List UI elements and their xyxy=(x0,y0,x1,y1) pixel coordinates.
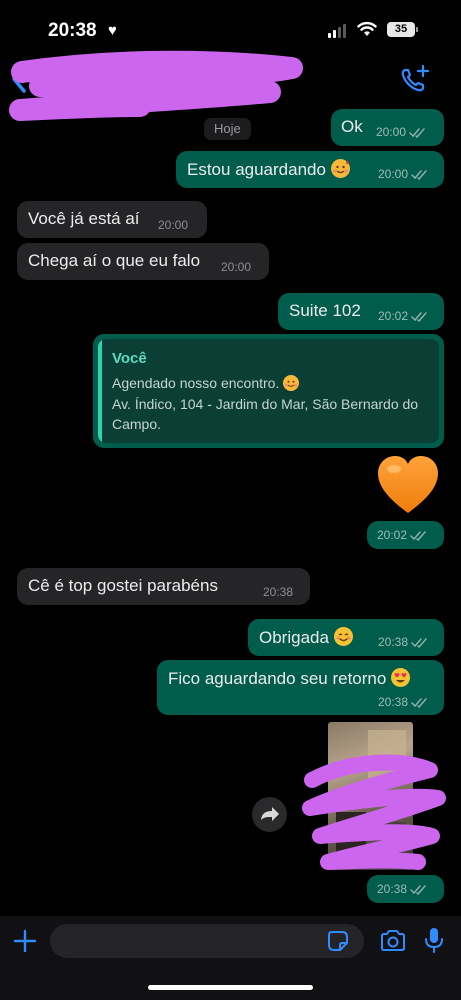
outgoing-message[interactable]: Obrigada 20:38 xyxy=(248,619,444,656)
redaction-scribble xyxy=(302,754,446,870)
message-meta: 20:38 xyxy=(377,882,427,896)
read-ticks-icon xyxy=(411,697,427,708)
message-text-body: Fico aguardando seu retorno xyxy=(168,669,387,688)
forward-button[interactable] xyxy=(252,797,287,832)
message-meta: 20:38 xyxy=(378,695,428,709)
message-text: Você já está aí xyxy=(28,209,140,228)
message-meta: 20:00 xyxy=(376,125,426,139)
message-text: Chega aí o que eu falo xyxy=(28,251,201,270)
battery-indicator: 35 xyxy=(387,22,415,37)
message-meta: 20:00 xyxy=(158,218,188,232)
read-ticks-icon xyxy=(410,530,426,541)
incoming-message[interactable]: Cê é top gostei parabéns 20:38 xyxy=(17,568,310,605)
phone-plus-icon[interactable] xyxy=(399,64,431,94)
message-meta: 20:00 xyxy=(221,260,251,274)
read-ticks-icon xyxy=(411,169,427,180)
message-text: Fico aguardando seu retorno xyxy=(168,668,411,689)
message-meta: 20:02 xyxy=(377,528,427,542)
read-ticks-icon xyxy=(410,884,426,895)
home-indicator xyxy=(148,985,313,990)
quote-line-text: Agendado nosso encontro. xyxy=(112,375,280,391)
message-text: Estou aguardando xyxy=(187,159,350,180)
quote-line: Av. Índico, 104 - Jardim do Mar, São Ber… xyxy=(112,396,419,412)
wifi-icon xyxy=(357,21,377,36)
message-time: 20:02 xyxy=(378,309,409,323)
heart-icon: ♥ xyxy=(108,22,117,39)
status-time: 20:38 xyxy=(48,20,97,41)
message-text: Cê é top gostei parabéns xyxy=(28,576,218,595)
message-text: Ok xyxy=(341,117,363,136)
message-meta: 20:02 xyxy=(378,309,428,323)
message-time: 20:00 xyxy=(221,260,252,274)
battery-cap xyxy=(416,27,418,32)
message-meta: 20:38 xyxy=(263,585,293,599)
read-ticks-icon xyxy=(409,127,425,138)
message-text: Suite 102 xyxy=(289,301,361,320)
forward-arrow-icon xyxy=(261,807,279,821)
smiling-face-with-hearts-icon xyxy=(283,375,300,391)
message-time: 20:38 xyxy=(377,882,408,896)
outgoing-message[interactable]: Fico aguardando seu retorno 20:38 xyxy=(157,660,444,715)
incoming-message[interactable]: Chega aí o que eu falo 20:00 xyxy=(17,243,269,280)
message-time: 20:00 xyxy=(158,218,189,232)
outgoing-message[interactable]: Ok 20:00 xyxy=(331,109,444,146)
message-time: 20:00 xyxy=(378,167,409,181)
message-time: 20:02 xyxy=(377,528,408,542)
message-time: 20:38 xyxy=(378,695,409,709)
cellular-signal-icon xyxy=(328,24,346,38)
message-time: 20:38 xyxy=(378,635,409,649)
message-time: 20:38 xyxy=(263,585,294,599)
redaction-scribble xyxy=(9,50,303,121)
message-time: 20:00 xyxy=(376,125,407,139)
quote-accent-bar xyxy=(98,339,102,443)
incoming-message[interactable]: Você já está aí 20:00 xyxy=(17,201,207,238)
plus-icon[interactable] xyxy=(12,928,38,954)
emoji-timestamp-chip: 20:02 xyxy=(367,521,444,549)
orange-heart-icon[interactable] xyxy=(376,455,440,515)
smiling-face-icon xyxy=(333,627,353,646)
heart-eyes-face-icon xyxy=(391,668,411,687)
message-text-body: Estou aguardando xyxy=(187,160,326,179)
quoted-message[interactable]: Você Agendado nosso encontro. Av. Índico… xyxy=(98,339,439,443)
read-ticks-icon xyxy=(411,311,427,322)
read-ticks-icon xyxy=(411,637,427,648)
microphone-icon[interactable] xyxy=(424,926,444,954)
quote-line: Agendado nosso encontro. xyxy=(112,375,300,391)
sticker-icon[interactable] xyxy=(327,930,349,952)
quote-line: Campo. xyxy=(112,416,162,432)
message-text-body: Obrigada xyxy=(259,628,329,647)
smiling-face-with-hearts-icon xyxy=(330,159,350,178)
camera-icon[interactable] xyxy=(379,929,407,953)
message-meta: 20:38 xyxy=(378,635,428,649)
quote-sender: Você xyxy=(112,350,147,367)
outgoing-message[interactable]: Suite 102 20:02 xyxy=(278,293,444,330)
message-text: Obrigada xyxy=(259,627,353,648)
outgoing-message[interactable]: Estou aguardando 20:00 xyxy=(176,151,444,188)
day-separator: Hoje xyxy=(204,118,251,140)
message-meta: 20:00 xyxy=(378,167,428,181)
message-input[interactable] xyxy=(50,924,364,958)
image-timestamp-chip: 20:38 xyxy=(367,875,444,903)
